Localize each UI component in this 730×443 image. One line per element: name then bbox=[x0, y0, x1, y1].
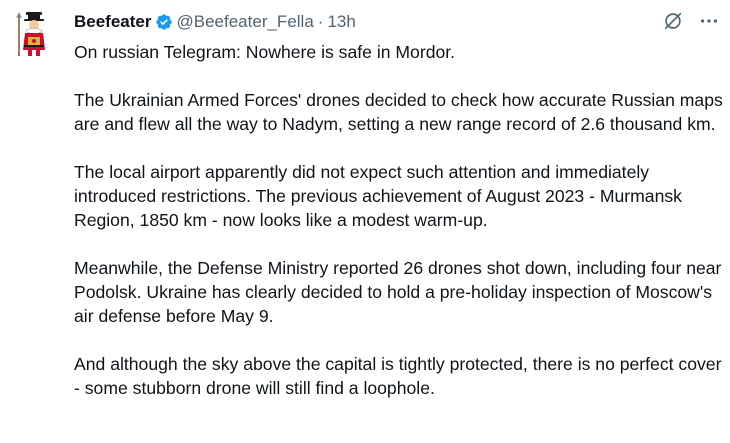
separator-dot: · bbox=[317, 12, 324, 31]
author-handle[interactable]: @Beefeater_Fella bbox=[177, 12, 314, 32]
tweet-paragraph: Meanwhile, the Defense Ministry reported… bbox=[74, 258, 722, 326]
tweet-text: On russian Telegram: Nowhere is safe in … bbox=[74, 40, 724, 424]
tweet-paragraph: The local airport apparently did not exp… bbox=[74, 162, 682, 230]
tweet-header: Beefeater @Beefeater_Fella · 13h bbox=[74, 10, 356, 34]
tweet-paragraph: And although the sky above the capital i… bbox=[74, 354, 722, 398]
verified-badge-icon[interactable] bbox=[155, 13, 173, 31]
tweet-timestamp[interactable]: 13h bbox=[327, 12, 355, 32]
beefeater-avatar-image bbox=[16, 12, 45, 56]
avatar[interactable] bbox=[14, 10, 54, 58]
tweet: Beefeater @Beefeater_Fella · 13h On russ… bbox=[0, 0, 730, 443]
tweet-paragraph: On russian Telegram: Nowhere is safe in … bbox=[74, 42, 456, 62]
author-display-name[interactable]: Beefeater bbox=[74, 12, 152, 32]
grok-icon[interactable] bbox=[662, 10, 684, 32]
more-options-icon[interactable] bbox=[698, 10, 720, 32]
tweet-actions bbox=[662, 10, 720, 32]
tweet-paragraph: The Ukrainian Armed Forces' drones decid… bbox=[74, 90, 723, 134]
